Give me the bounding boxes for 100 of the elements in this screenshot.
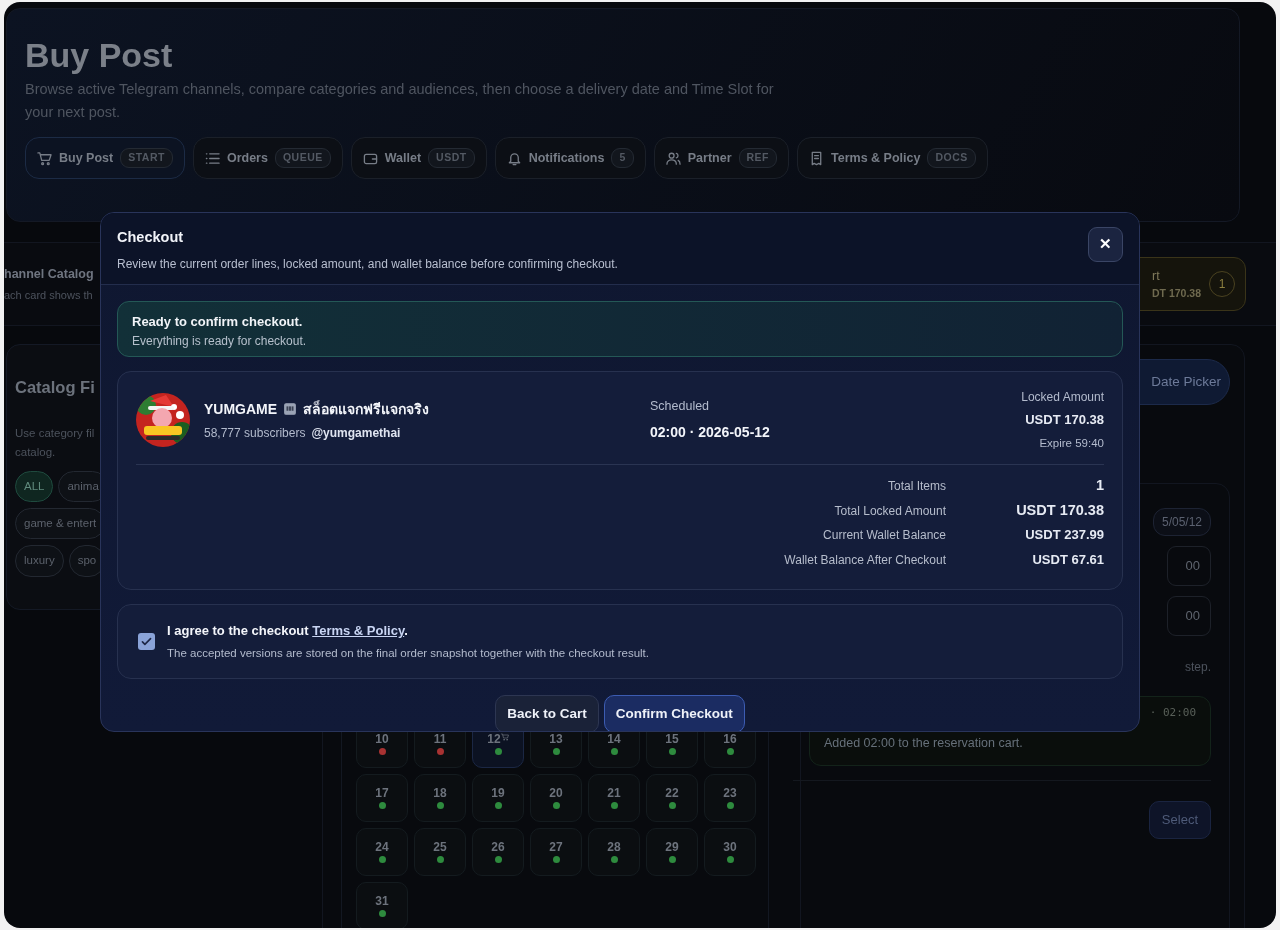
- page-description: Browse active Telegram channels, compare categories and audiences, then choose a delivery date and Time Slot for your next post.: [25, 80, 775, 122]
- category-chip[interactable]: ALL: [15, 470, 54, 503]
- nav-tag: 5: [611, 148, 634, 169]
- channel-name: YUMGAME: [204, 399, 278, 419]
- filters-description: Use category fil: [15, 425, 95, 441]
- summary-value: 1: [1094, 476, 1104, 495]
- calendar-day[interactable]: 29: [646, 828, 698, 876]
- nav-tag: START: [120, 148, 173, 169]
- alert-message: Everything is ready for checkout.: [132, 332, 308, 350]
- expire-timer: Expire 59:40: [1039, 435, 1104, 451]
- nav-tag: REF: [738, 148, 778, 169]
- nav-label: Buy Post: [59, 149, 114, 167]
- dialog-subtitle: Review the current order lines, locked amount, and wallet balance before confirming checkout.: [117, 255, 618, 273]
- hint-text: step.: [1185, 659, 1211, 676]
- close-button[interactable]: ✕: [1088, 227, 1123, 262]
- summary-label: Total Items: [887, 478, 946, 495]
- day-number: 28: [607, 841, 621, 853]
- list-icon: [204, 150, 220, 166]
- day-number: 19: [491, 787, 505, 799]
- calendar-day[interactable]: 21: [588, 774, 640, 822]
- date-pill: 5/05/12: [1152, 508, 1211, 536]
- log-message: Added 02:00 to the reservation cart.: [824, 734, 1024, 752]
- calendar-day[interactable]: 19: [472, 774, 524, 822]
- day-number: 23: [723, 787, 737, 799]
- slot-field[interactable]: 00: [1167, 546, 1211, 586]
- cart-icon: [37, 150, 52, 166]
- select-button[interactable]: Select: [1148, 801, 1211, 839]
- summary-value: USDT 237.99: [1024, 526, 1104, 544]
- calendar-day[interactable]: 25: [414, 828, 466, 876]
- day-number: 25: [433, 841, 447, 853]
- day-number: 27: [549, 841, 563, 853]
- check-icon: [140, 635, 153, 648]
- day-number: 30: [723, 841, 737, 853]
- calendar-day[interactable]: 28: [588, 828, 640, 876]
- calendar-day[interactable]: 27: [530, 828, 582, 876]
- calendar-day[interactable]: 30: [704, 828, 756, 876]
- nav-label: Notifications: [528, 149, 605, 167]
- channel-handle: @yumgamethai: [311, 425, 401, 440]
- day-number: 26: [491, 841, 505, 853]
- day-number: 14: [607, 733, 621, 745]
- summary-label: Current Wallet Balance: [823, 527, 946, 544]
- day-number: 21: [607, 787, 621, 799]
- summary-label: Total Locked Amount: [834, 503, 946, 520]
- day-number: 10: [375, 733, 389, 745]
- nav-tag: USDT: [428, 148, 475, 169]
- nav-tab[interactable]: Buy Post START: [25, 137, 185, 180]
- day-number: 29: [665, 841, 679, 853]
- nav-tab[interactable]: Orders QUEUE: [192, 137, 343, 180]
- confirm-button[interactable]: Confirm Checkout: [603, 695, 745, 731]
- day-number: 16: [723, 733, 737, 745]
- nav-tab[interactable]: Partner REF: [653, 137, 790, 180]
- day-number: 13: [549, 733, 563, 745]
- calendar-day[interactable]: 24: [356, 828, 408, 876]
- calendar-day[interactable]: 31: [356, 882, 408, 928]
- slot-field[interactable]: 00: [1167, 596, 1211, 636]
- category-chip[interactable]: luxury: [15, 545, 64, 577]
- nav-tag: DOCS: [927, 148, 976, 169]
- people-icon: [665, 150, 681, 166]
- scheduled-label: Scheduled: [650, 398, 711, 416]
- day-number: 31: [375, 895, 389, 907]
- filters-description: catalog.: [15, 445, 56, 461]
- day-number: 22: [665, 787, 679, 799]
- day-number: 17: [375, 787, 389, 799]
- nav-tab[interactable]: Terms & Policy DOCS: [797, 137, 988, 180]
- locked-label: Locked Amount: [1021, 389, 1104, 407]
- calendar-day[interactable]: 18: [414, 774, 466, 822]
- bell-icon: [506, 150, 522, 166]
- back-button[interactable]: Back to Cart: [495, 695, 599, 731]
- channel-name-thai: สล็อตแจกฟรีแจกจริง: [303, 399, 430, 419]
- section-title: hannel Catalog: [4, 266, 94, 283]
- calendar-day[interactable]: 20: [530, 774, 582, 822]
- calendar-day[interactable]: 23: [704, 774, 756, 822]
- nav-tab[interactable]: Wallet USDT: [350, 137, 487, 180]
- nav-label: Terms & Policy: [831, 149, 921, 167]
- calendar-day[interactable]: 26: [472, 828, 524, 876]
- agree-checkbox[interactable]: [138, 633, 155, 650]
- day-number: 20: [549, 787, 563, 799]
- nav-tag: QUEUE: [274, 148, 331, 169]
- day-number: 15: [665, 733, 679, 745]
- nav-tab[interactable]: Notifications 5: [494, 137, 646, 180]
- log-time: · 02:00: [1148, 705, 1196, 721]
- locked-amount: USDT 170.38: [1025, 411, 1104, 430]
- page-title: Buy Post: [25, 37, 174, 75]
- filters-title: Catalog Fi: [15, 377, 95, 398]
- day-number: 18: [433, 787, 447, 799]
- nav-label: Orders: [226, 149, 268, 167]
- calendar-day[interactable]: 17: [356, 774, 408, 822]
- agreement-text: I agree to the checkout Terms & Policy.: [167, 621, 409, 640]
- scheduled-time: 02:00 · 2026-05-12: [650, 422, 771, 442]
- day-number: 24: [375, 841, 389, 853]
- cart-title: rt: [1152, 267, 1161, 285]
- nav-label: Partner: [687, 149, 732, 167]
- nav-label: Wallet: [384, 149, 422, 167]
- subscriber-count: 58,777 subscribers: [204, 425, 306, 440]
- calendar-day[interactable]: 22: [646, 774, 698, 822]
- day-number: 11: [433, 733, 447, 745]
- slot-machine-icon: [283, 402, 298, 416]
- section-subtitle: ach card shows th: [4, 287, 93, 303]
- dialog-title: Checkout: [117, 228, 185, 247]
- terms-note: The accepted versions are stored on the final order snapshot together with the checkout result.: [167, 646, 649, 662]
